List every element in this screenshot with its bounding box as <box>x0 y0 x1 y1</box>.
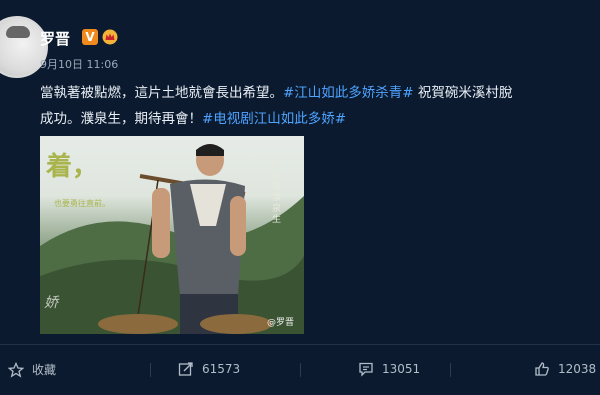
post-timestamp[interactable]: 9月10日 11:06 <box>40 56 118 72</box>
post-text-segment: 當執著被點燃，這片土地就會長出希望。 <box>40 85 283 101</box>
like-button[interactable]: 12038 <box>534 361 596 377</box>
favorite-label: 收藏 <box>32 363 57 377</box>
like-count: 12038 <box>558 362 597 376</box>
image-vertical-credit: 罗晋 饰 濮泉生 <box>272 160 282 225</box>
username[interactable]: 罗晋 <box>40 28 70 49</box>
post-text-segment: 祝賀碗米溪村脫 <box>413 85 513 101</box>
hashtag-link[interactable]: #电视剧江山如此多娇# <box>202 111 346 127</box>
comment-count: 13051 <box>382 362 421 376</box>
hashtag-link[interactable]: #江山如此多娇杀青# <box>283 85 414 101</box>
post-line-1: 當執著被點燃，這片土地就會長出希望。#江山如此多娇杀青# 祝賀碗米溪村脫 <box>40 80 600 106</box>
divider <box>450 363 451 377</box>
image-script-text: 娇 <box>44 295 58 311</box>
image-caption-large: 着， <box>46 152 99 182</box>
image-watermark: @罗晋 <box>266 318 294 328</box>
comment-icon <box>359 362 373 377</box>
post-text: 當執著被點燃，這片土地就會長出希望。#江山如此多娇杀青# 祝賀碗米溪村脫 成功。… <box>40 80 600 132</box>
repost-icon <box>178 362 193 376</box>
comment-button[interactable]: 13051 <box>358 361 420 377</box>
post-image[interactable]: 着， 也要勇往直前。 罗晋 饰 濮泉生 娇 @罗晋 <box>40 136 304 334</box>
action-bar: 收藏 61573 13051 12038 <box>0 344 600 395</box>
verified-badge-icon[interactable]: V <box>82 29 98 45</box>
avatar-hair <box>6 26 30 38</box>
thumbs-up-icon <box>535 362 549 376</box>
repost-count: 61573 <box>202 362 241 376</box>
post-text-segment: 成功。濮泉生，期待再會！ <box>40 111 202 127</box>
vip-crown-icon[interactable] <box>102 29 118 45</box>
star-icon <box>8 361 24 378</box>
repost-button[interactable]: 61573 <box>178 361 240 377</box>
favorite-button[interactable]: 收藏 <box>8 361 56 378</box>
divider <box>300 363 301 377</box>
divider <box>150 363 151 377</box>
post-line-2: 成功。濮泉生，期待再會！#电视剧江山如此多娇# <box>40 106 600 132</box>
image-caption-small: 也要勇往直前。 <box>54 199 110 208</box>
